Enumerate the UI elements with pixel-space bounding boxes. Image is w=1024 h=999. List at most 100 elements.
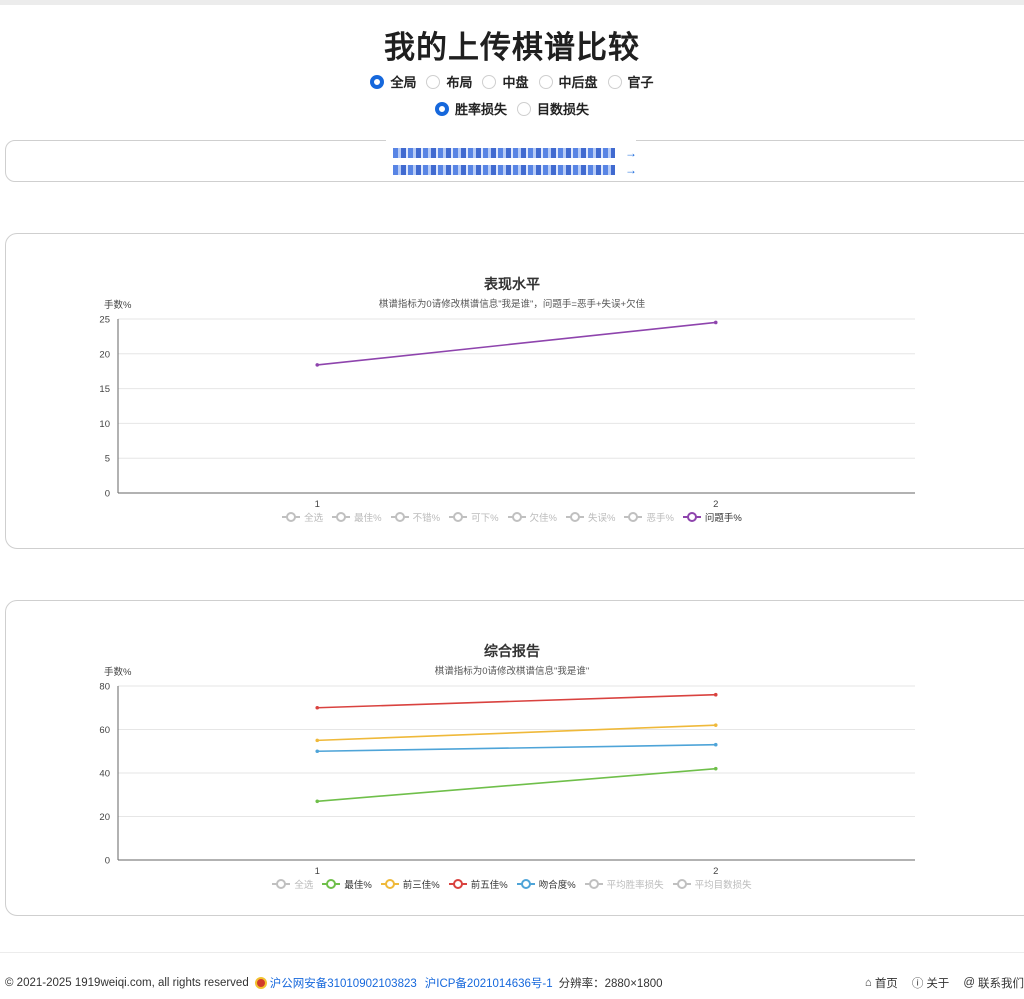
chart-subtitle: 棋谱指标为0请修改棋谱信息"我是谁"，问题手=恶手+失误+欠佳	[378, 299, 646, 310]
icp-link[interactable]: 沪ICP备2021014636号-1	[425, 975, 553, 991]
summary-legend: 全选 最佳% 前三佳% 前五佳% 吻合度% 平均胜率损失 平均目数损失	[0, 877, 1024, 891]
legend-label: 平均目数损失	[694, 880, 752, 891]
home-icon: ⌂	[864, 977, 872, 989]
radio-label: 全局	[390, 75, 417, 90]
legend-item[interactable]: 欠佳%	[507, 510, 557, 524]
footer-contact-label: 联系我们	[978, 978, 1024, 990]
chart-subtitle: 棋谱指标为0请修改棋谱信息"我是谁"	[434, 666, 590, 677]
y-tick-label: 60	[99, 725, 110, 736]
legend-marker-icon	[322, 879, 341, 889]
radio-phase-all[interactable]: 全局	[370, 72, 416, 91]
pixelated-link-text	[393, 148, 615, 158]
series-line	[317, 724, 716, 742]
y-axis-label: 手数%	[104, 667, 132, 678]
x-tick-label: 1	[315, 866, 320, 877]
radio-dot	[482, 74, 497, 89]
legend-label: 恶手%	[646, 513, 674, 524]
legend-item[interactable]: 全选	[272, 877, 313, 891]
legend-item[interactable]: 平均目数损失	[672, 877, 752, 891]
radio-dot	[370, 74, 385, 89]
legend-item[interactable]: 恶手%	[624, 510, 674, 524]
data-point	[713, 692, 718, 697]
legend-marker-icon	[449, 512, 468, 522]
radio-phase-endgame[interactable]: 官子	[607, 72, 654, 91]
top-border	[0, 0, 1024, 5]
legend-marker-icon	[282, 512, 301, 522]
page-title: 我的上传棋谱比较	[384, 30, 640, 65]
legend-label: 前三佳%	[402, 880, 440, 891]
footer-about-label: 关于	[926, 978, 950, 990]
legend-label: 最佳%	[354, 513, 382, 524]
y-tick-label: 20	[99, 349, 110, 360]
footer-nav: ⌂ 首页 ⓘ 关于 @ 联系我们	[865, 975, 1024, 991]
legend-item[interactable]: 平均胜率损失	[584, 877, 664, 891]
police-badge-icon	[254, 977, 267, 989]
x-tick-label: 1	[315, 499, 320, 510]
legend-label: 最佳%	[344, 880, 372, 891]
legend-item[interactable]: 最佳%	[322, 877, 372, 891]
y-tick-label: 25	[99, 315, 110, 326]
radio-label: 中盘	[502, 75, 529, 90]
arrow-right-icon: →	[625, 163, 637, 177]
radio-dot	[538, 74, 553, 89]
legend-item[interactable]: 失误%	[565, 510, 616, 524]
series-line	[317, 321, 716, 366]
radio-phase-opening[interactable]: 布局	[426, 72, 472, 91]
legend-item[interactable]: 前三佳%	[380, 877, 440, 891]
legend-item[interactable]: 可下%	[449, 510, 499, 524]
game-link-2[interactable]: →	[393, 163, 643, 177]
legend-label: 问题手%	[704, 513, 742, 524]
legend-marker-icon	[390, 512, 409, 522]
radio-label: 官子	[627, 75, 654, 90]
y-axis-label: 手数%	[104, 300, 132, 311]
radio-score-loss[interactable]: 目数损失	[517, 99, 589, 118]
legend-marker-icon	[624, 512, 643, 522]
data-point	[315, 749, 320, 754]
series-line	[317, 693, 716, 709]
radio-label: 胜率损失	[454, 102, 507, 117]
metric-radio-group: 胜率损失 目数损失	[0, 99, 1024, 118]
y-tick-label: 40	[99, 769, 110, 780]
legend-marker-icon	[672, 879, 691, 889]
legend-item[interactable]: 吻合度%	[516, 877, 576, 891]
footer-about-link[interactable]: ⓘ 关于	[912, 975, 950, 991]
arrow-right-icon: →	[625, 146, 637, 160]
legend-item[interactable]: 问题手%	[682, 510, 742, 524]
police-record-link[interactable]: 沪公网安备31010902103823	[270, 975, 417, 991]
legend-marker-icon	[682, 512, 701, 522]
legend-label: 欠佳%	[529, 513, 557, 524]
legend-label: 可下%	[471, 513, 499, 524]
legend-marker-icon	[584, 879, 603, 889]
y-tick-label: 20	[99, 812, 110, 823]
radio-label: 布局	[446, 75, 473, 90]
game-link-1[interactable]: →	[393, 146, 643, 160]
radio-winrate-loss[interactable]: 胜率损失	[434, 99, 507, 118]
phase-radio-group: 全局 布局 中盘 中后盘 官子	[0, 72, 1024, 91]
radio-label: 中后盘	[558, 75, 598, 90]
x-tick-label: 2	[713, 499, 718, 510]
legend-marker-icon	[565, 512, 584, 522]
legend-label: 全选	[294, 880, 314, 891]
series-line	[317, 743, 716, 753]
info-icon: ⓘ	[911, 978, 924, 990]
y-tick-label: 80	[99, 682, 110, 693]
radio-phase-late-middle[interactable]: 中后盘	[538, 72, 598, 91]
data-point	[713, 320, 718, 325]
legend-marker-icon	[272, 879, 291, 889]
radio-phase-middle[interactable]: 中盘	[482, 72, 529, 91]
legend-label: 失误%	[587, 513, 616, 524]
data-point	[713, 742, 718, 747]
performance-legend: 全选 最佳% 不错% 可下% 欠佳% 失误% 恶手% 问题手%	[0, 510, 1024, 524]
legend-item[interactable]: 不错%	[390, 510, 440, 524]
data-point	[713, 766, 718, 771]
footer-contact-link[interactable]: @ 联系我们	[963, 975, 1024, 991]
data-point	[315, 705, 320, 710]
legend-item[interactable]: 前五佳%	[448, 877, 508, 891]
resolution-text: 分辨率：2880×1800	[558, 978, 663, 990]
legend-label: 前五佳%	[470, 880, 508, 891]
legend-item[interactable]: 全选	[282, 510, 323, 524]
summary-line-chart: 0 20 40 60 80 1 2	[99, 682, 915, 877]
legend-item[interactable]: 最佳%	[332, 510, 382, 524]
footer-home-link[interactable]: ⌂ 首页	[865, 975, 898, 991]
radio-label: 目数损失	[537, 102, 590, 117]
